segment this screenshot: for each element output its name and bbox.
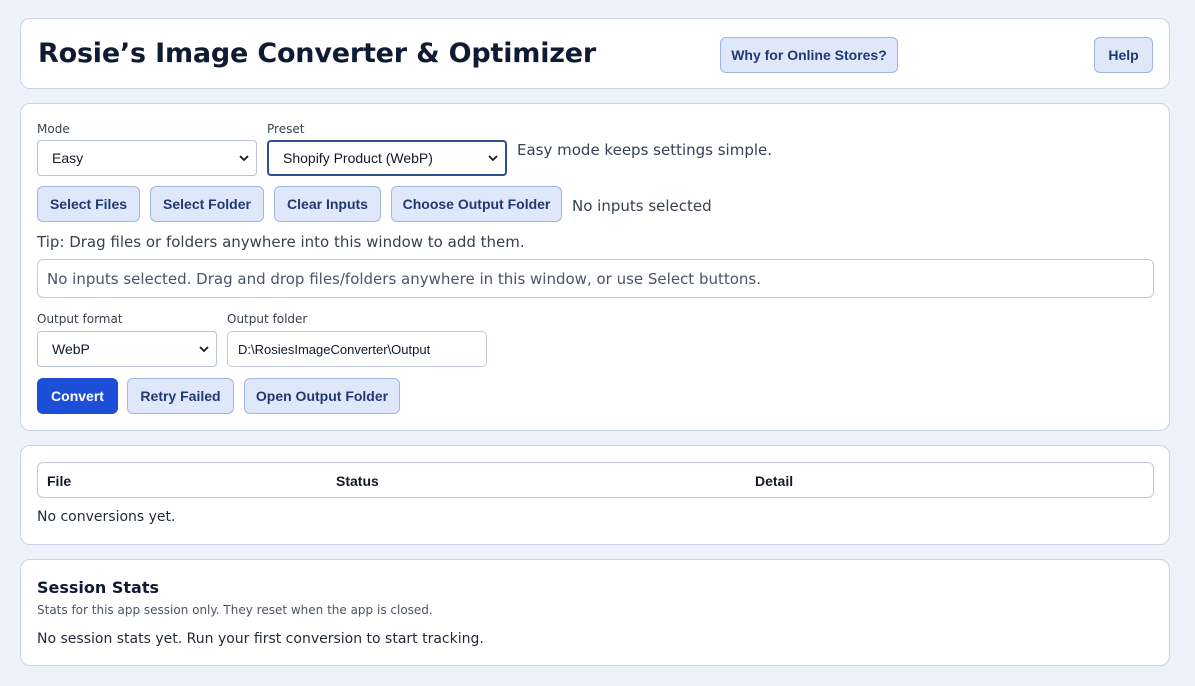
column-header-detail: Detail <box>755 473 794 489</box>
results-table-header: File Status Detail <box>37 462 1154 498</box>
output-format-label: Output format <box>37 312 123 326</box>
session-stats-subtitle: Stats for this app session only. They re… <box>37 603 433 617</box>
results-card: File Status Detail No conversions yet. <box>20 445 1170 545</box>
why-online-stores-button[interactable]: Why for Online Stores? <box>720 37 898 73</box>
output-folder-label: Output folder <box>227 312 308 326</box>
mode-select[interactable]: Easy <box>37 140 257 176</box>
header-card: Rosie’s Image Converter & Optimizer Why … <box>20 18 1170 89</box>
chevron-down-icon <box>239 155 249 162</box>
mode-hint: Easy mode keeps settings simple. <box>517 141 773 159</box>
choose-output-folder-button[interactable]: Choose Output Folder <box>391 186 562 222</box>
convert-button[interactable]: Convert <box>37 378 118 414</box>
chevron-down-icon <box>488 155 498 162</box>
output-folder-input[interactable]: D:\RosiesImageConverter\Output <box>227 331 487 367</box>
preset-select-value: Shopify Product (WebP) <box>283 150 433 166</box>
results-empty-text: No conversions yet. <box>37 509 176 525</box>
drag-tip: Tip: Drag files or folders anywhere into… <box>37 233 525 251</box>
open-output-folder-button[interactable]: Open Output Folder <box>244 378 400 414</box>
mode-select-value: Easy <box>52 150 84 166</box>
drop-zone[interactable]: No inputs selected. Drag and drop files/… <box>37 259 1154 298</box>
session-stats-empty-text: No session stats yet. Run your first con… <box>37 631 484 647</box>
select-folder-button[interactable]: Select Folder <box>150 186 264 222</box>
column-header-file: File <box>47 473 72 489</box>
inputs-status: No inputs selected <box>572 197 712 215</box>
chevron-down-icon <box>199 346 209 353</box>
select-files-button[interactable]: Select Files <box>37 186 140 222</box>
drop-zone-text: No inputs selected. Drag and drop files/… <box>47 269 762 288</box>
preset-select[interactable]: Shopify Product (WebP) <box>267 140 507 176</box>
retry-failed-button[interactable]: Retry Failed <box>127 378 234 414</box>
app-title: Rosie’s Image Converter & Optimizer <box>38 38 597 69</box>
preset-label: Preset <box>267 122 305 136</box>
session-stats-card: Session Stats Stats for this app session… <box>20 559 1170 666</box>
session-stats-title: Session Stats <box>37 578 159 597</box>
output-format-select[interactable]: WebP <box>37 331 217 367</box>
settings-card: Mode Easy Preset Shopify Product (WebP) … <box>20 103 1170 431</box>
output-format-value: WebP <box>52 341 90 357</box>
mode-label: Mode <box>37 122 70 136</box>
column-header-status: Status <box>336 473 379 489</box>
help-button[interactable]: Help <box>1094 37 1153 73</box>
clear-inputs-button[interactable]: Clear Inputs <box>274 186 381 222</box>
